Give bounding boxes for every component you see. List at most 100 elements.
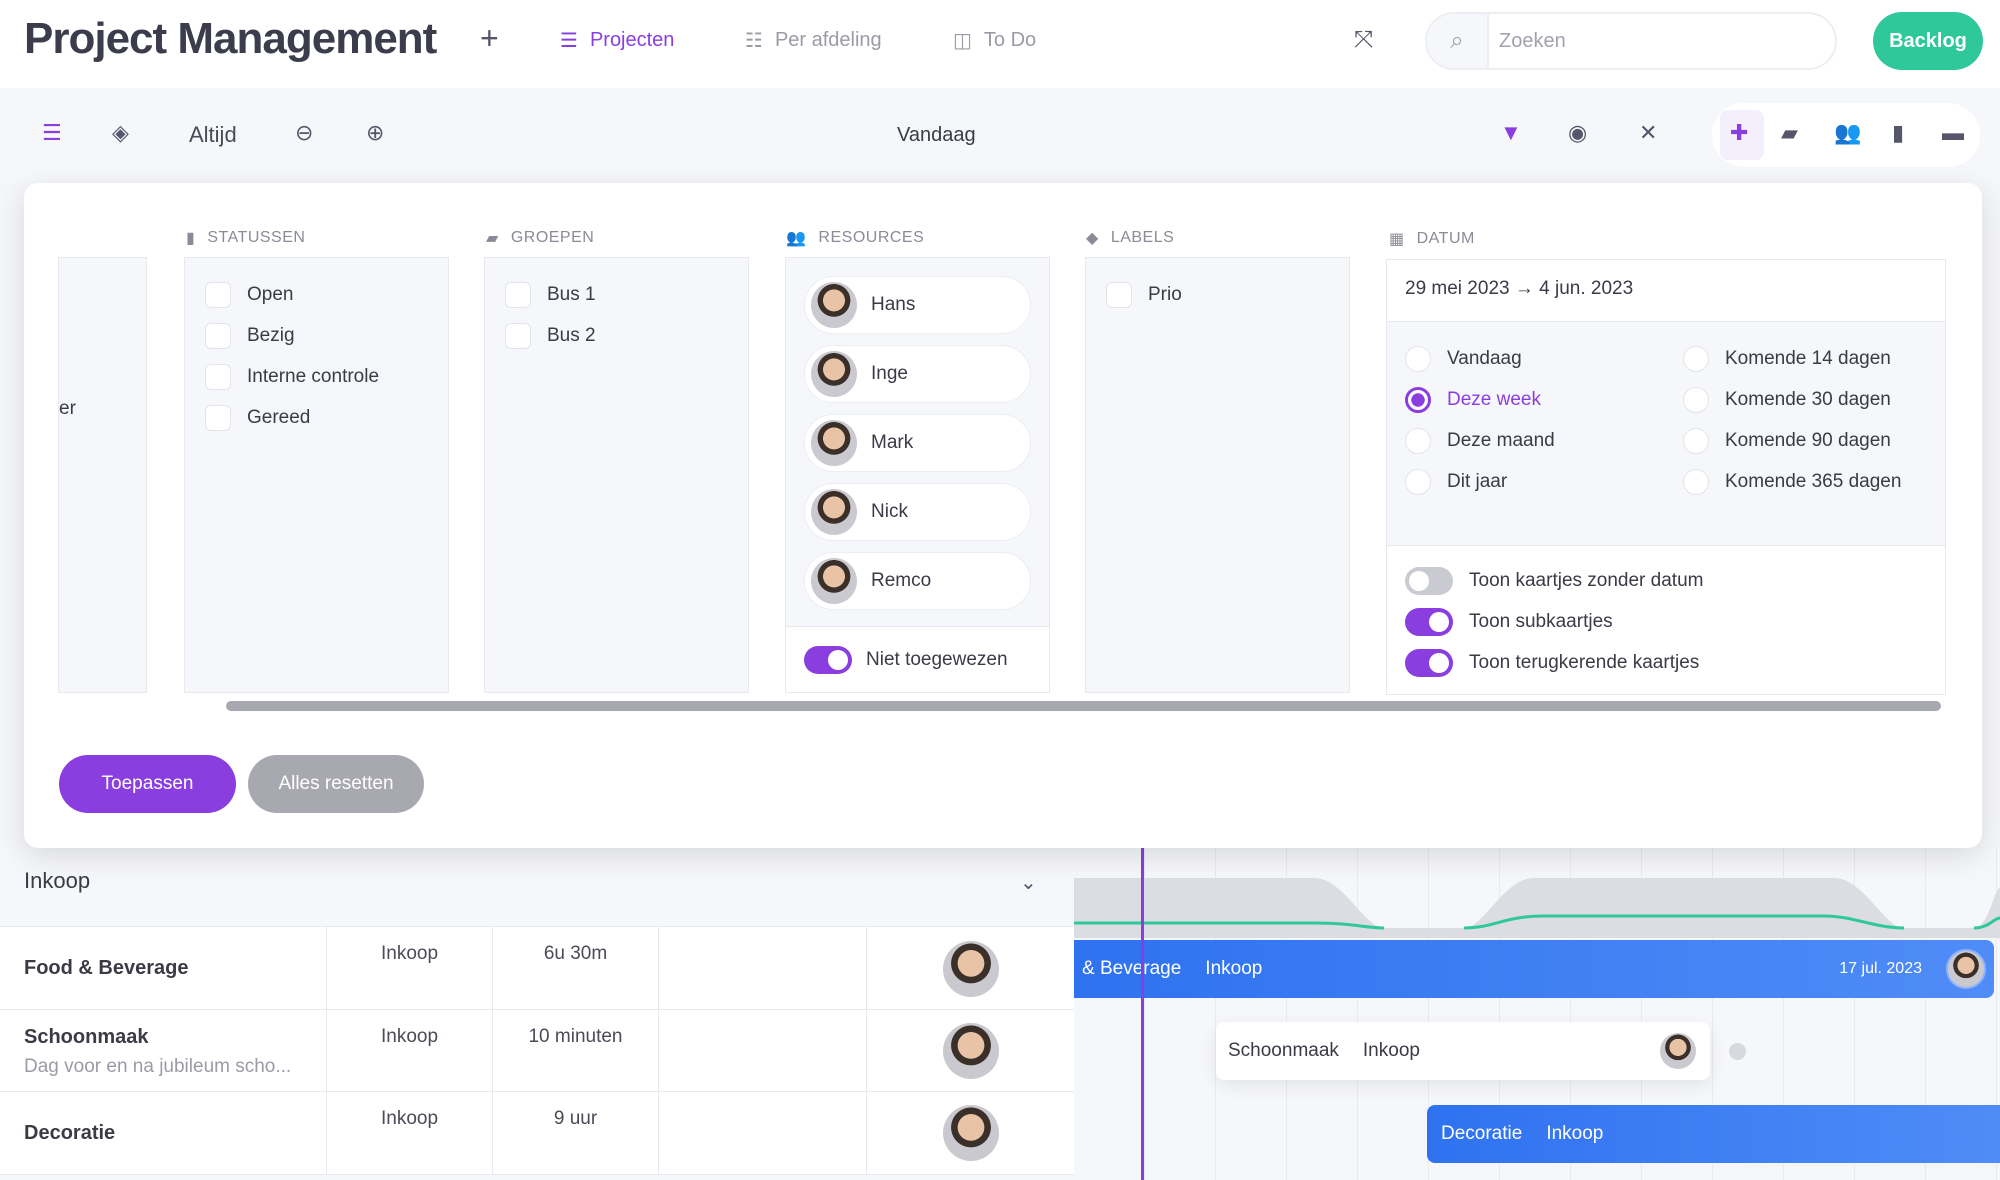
- avatar: [811, 420, 857, 466]
- avatar: [811, 489, 857, 535]
- row-dept: Inkoop: [326, 927, 492, 1009]
- add-button[interactable]: +: [480, 20, 499, 57]
- layers-icon[interactable]: ◈: [112, 120, 129, 146]
- table-row[interactable]: Food & Beverage Inkoop 6u 30m: [0, 927, 1074, 1010]
- resource-nick[interactable]: Nick: [804, 483, 1031, 541]
- workload-chart: [1074, 878, 2000, 938]
- radio-vandaag[interactable]: Vandaag: [1405, 338, 1555, 379]
- resource-mark[interactable]: Mark: [804, 414, 1031, 472]
- tab-per-afdeling[interactable]: ☷ Per afdeling: [745, 28, 882, 53]
- table-row[interactable]: Decoratie Inkoop 9 uur: [0, 1092, 1074, 1175]
- unassigned-toggle[interactable]: Niet toegewezen: [786, 626, 1049, 692]
- backlog-button[interactable]: Backlog: [1873, 12, 1983, 70]
- connector-dot[interactable]: [1729, 1043, 1746, 1060]
- checkbox-bus-1[interactable]: Bus 1: [485, 274, 748, 315]
- radio-365-dagen[interactable]: Komende 365 dagen: [1683, 461, 1901, 502]
- radio-90-dagen[interactable]: Komende 90 dagen: [1683, 420, 1901, 461]
- puzzle-icon[interactable]: ✚: [1730, 120, 1748, 146]
- list-icon: ☷: [745, 30, 763, 52]
- row-description: Dag voor en na jubileum scho...: [24, 1056, 292, 1077]
- apply-button[interactable]: Toepassen: [59, 755, 236, 813]
- checkbox-prio[interactable]: Prio: [1086, 274, 1349, 315]
- avatar: [811, 282, 857, 328]
- search-icon: ⌕: [1427, 14, 1489, 68]
- folder-icon: ▰: [486, 230, 499, 247]
- row-duration: 9 uur: [492, 1092, 658, 1174]
- tag-icon: ◆: [1086, 230, 1099, 247]
- checkbox-open[interactable]: Open: [185, 274, 448, 315]
- resource-remco[interactable]: Remco: [804, 552, 1031, 610]
- list-icon: ☰: [560, 30, 578, 52]
- avatar: [1660, 1033, 1696, 1069]
- tab-projecten[interactable]: ☰ Projecten: [560, 28, 674, 53]
- fullscreen-icon[interactable]: ⤧: [1354, 26, 1373, 54]
- row-duration: 10 minuten: [492, 1010, 658, 1091]
- groepen-header: ▰ GROEPEN: [486, 229, 595, 247]
- toggle-zonder-datum[interactable]: Toon kaartjes zonder datum: [1405, 560, 1927, 601]
- columns-icon: ◫: [953, 30, 972, 52]
- checkbox-bus-2[interactable]: Bus 2: [485, 315, 748, 356]
- gantt-bar-food-beverage[interactable]: & Beverage Inkoop 17 jul. 2023: [1074, 940, 1994, 998]
- tools-icon[interactable]: ✕: [1639, 120, 1657, 146]
- radio-30-dagen[interactable]: Komende 30 dagen: [1683, 379, 1901, 420]
- eye-icon[interactable]: ◉: [1568, 120, 1587, 146]
- row-duration: 6u 30m: [492, 927, 658, 1009]
- datum-header: ▦ DATUM: [1389, 230, 1475, 248]
- zoom-out-icon[interactable]: ⊖: [295, 120, 313, 146]
- date-range-input[interactable]: 29 mei 2023 → 4 jun. 2023: [1387, 260, 1945, 322]
- radio-14-dagen[interactable]: Komende 14 dagen: [1683, 338, 1901, 379]
- gantt-card-schoonmaak[interactable]: Schoonmaak Inkoop: [1216, 1022, 1710, 1080]
- resource-inge[interactable]: Inge: [804, 345, 1031, 403]
- row-name: Decoratie: [24, 1122, 116, 1144]
- chevron-down-icon[interactable]: ⌄: [1020, 870, 1037, 895]
- zoom-in-icon[interactable]: ⊕: [366, 120, 384, 146]
- status-icon: ▮: [186, 230, 196, 247]
- filter-item-partial[interactable]: er: [59, 398, 76, 420]
- checkbox-bezig[interactable]: Bezig: [185, 315, 448, 356]
- radio-dit-jaar[interactable]: Dit jaar: [1405, 461, 1555, 502]
- today-button[interactable]: Vandaag: [897, 124, 976, 147]
- due-date: 17 jul. 2023: [1839, 960, 1922, 977]
- row-dept: Inkoop: [326, 1092, 492, 1174]
- range-selector[interactable]: Altijd: [189, 122, 237, 148]
- filter-icon[interactable]: ▼: [1500, 120, 1522, 146]
- checkbox-interne-controle[interactable]: Interne controle: [185, 356, 448, 397]
- list-view-icon[interactable]: ☰: [42, 120, 62, 146]
- resource-hans[interactable]: Hans: [804, 276, 1031, 334]
- avatar: [942, 941, 999, 997]
- statussen-header: ▮ STATUSSEN: [186, 229, 306, 247]
- group-header[interactable]: Inkoop ⌄: [0, 848, 1074, 927]
- status-icon[interactable]: ▮: [1892, 120, 1904, 146]
- users-icon: 👥: [786, 230, 807, 247]
- row-name: Schoonmaak: [24, 1026, 149, 1048]
- avatar: [811, 558, 857, 604]
- groepen-list: Bus 1 Bus 2: [484, 257, 749, 693]
- gantt-bar-decoratie[interactable]: Decoratie Inkoop: [1427, 1105, 2000, 1163]
- resources-header: 👥 RESOURCES: [786, 229, 925, 247]
- search-field: ⌕: [1425, 12, 1837, 70]
- toggle-subkaartjes[interactable]: Toon subkaartjes: [1405, 601, 1927, 642]
- checkbox-gereed[interactable]: Gereed: [185, 397, 448, 438]
- labels-header: ◆ LABELS: [1086, 229, 1175, 247]
- archive-icon[interactable]: ▬: [1942, 120, 1964, 146]
- tab-to-do[interactable]: ◫ To Do: [953, 28, 1036, 53]
- group-name: Inkoop: [24, 868, 91, 893]
- table-row[interactable]: Schoonmaak Dag voor en na jubileum scho.…: [0, 1010, 1074, 1092]
- resources-list: Hans Inge Mark Nick Remco Niet toegeweze…: [785, 257, 1050, 693]
- datum-panel: 29 mei 2023 → 4 jun. 2023 Vandaag Deze w…: [1386, 259, 1946, 695]
- toggle-terugkerende[interactable]: Toon terugkerende kaartjes: [1405, 642, 1927, 683]
- avatar: [1946, 949, 1986, 989]
- reset-button[interactable]: Alles resetten: [248, 755, 424, 813]
- avatar: [942, 1023, 999, 1079]
- users-icon[interactable]: 👥: [1834, 120, 1861, 146]
- horizontal-scrollbar[interactable]: [226, 701, 1941, 711]
- avatar: [942, 1105, 999, 1161]
- calendar-icon: ▦: [1389, 231, 1405, 248]
- avatar: [811, 351, 857, 397]
- radio-deze-week[interactable]: Deze week: [1405, 379, 1555, 420]
- statussen-list: Open Bezig Interne controle Gereed: [184, 257, 449, 693]
- radio-deze-maand[interactable]: Deze maand: [1405, 420, 1555, 461]
- app-title: Project Management: [24, 14, 437, 63]
- search-input[interactable]: [1499, 14, 1819, 68]
- folder-icon[interactable]: ▰: [1781, 120, 1798, 146]
